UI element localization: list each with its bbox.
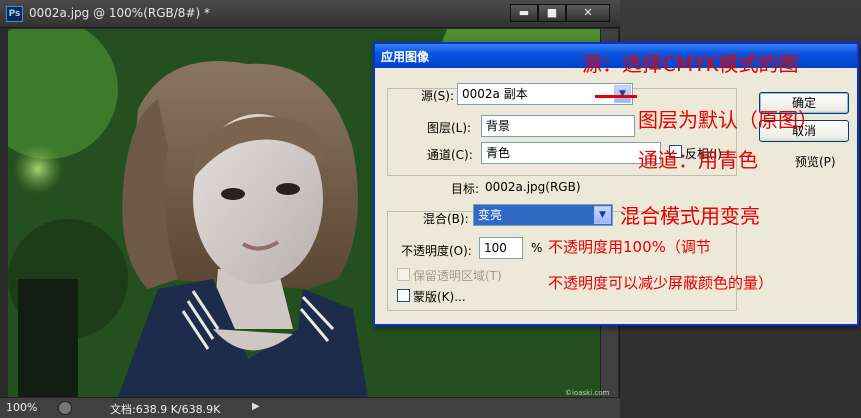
chevron-down-icon[interactable]: ▼ [594, 206, 611, 224]
mask-checkbox[interactable] [397, 289, 410, 302]
dialog-title: 应用图像 [381, 50, 430, 64]
zoom-level[interactable]: 100% [6, 401, 37, 414]
blending-select[interactable]: 变亮 ▼ [473, 204, 613, 226]
target-label: 目标: [451, 182, 480, 196]
source-value: 0002a 副本 [462, 87, 528, 101]
annotation-opacity-1: 不透明度用100%（调节 [548, 238, 711, 256]
document-size: 文档:638.9 K/638.9K [110, 403, 221, 416]
source-label: 源(S): [421, 89, 455, 103]
annotation-opacity-2: 不透明度可以减少屏蔽颜色的量） [548, 274, 774, 292]
watermark: ©ioaski.com [565, 389, 610, 397]
channel-select[interactable]: 青色 [481, 142, 661, 164]
channel-value: 青色 [486, 146, 511, 160]
maximize-button[interactable]: ■ [538, 4, 566, 22]
document-title: 0002a.jpg @ 100%(RGB/8#) * [29, 6, 210, 20]
status-menu-arrow-icon[interactable]: ▶ [252, 401, 260, 412]
minimize-button[interactable]: ▬ [510, 4, 538, 22]
chevron-down-icon[interactable]: ▼ [614, 85, 631, 103]
mask-label: 蒙版(K)... [413, 290, 466, 304]
preserve-transparency-label: 保留透明区域(T) [413, 269, 502, 283]
opacity-unit: % [531, 241, 543, 255]
layer-value: 背景 [486, 119, 511, 133]
source-select[interactable]: 0002a 副本 ▼ [457, 83, 633, 105]
channel-label: 通道(C): [427, 148, 473, 162]
annotation-blend: 混合模式用变亮 [620, 204, 760, 228]
layer-label: 图层(L): [427, 121, 472, 135]
zoom-icon[interactable] [58, 401, 72, 415]
blending-value: 变亮 [478, 208, 503, 222]
target-value: 0002a.jpg(RGB) [485, 180, 581, 194]
annotation-layer: 图层为默认（原图） [638, 108, 818, 132]
opacity-value: 100 [484, 241, 507, 255]
opacity-input[interactable]: 100 [479, 237, 523, 259]
photoshop-logo-icon: Ps [6, 6, 23, 22]
blending-label: 混合(B): [423, 212, 469, 226]
annotation-channel: 通道：用青色 [638, 148, 758, 172]
preview-label: 预览(P) [795, 155, 836, 169]
annotation-source: 源：选择CMYK模式的图 [582, 52, 799, 76]
layer-select[interactable]: 背景 [481, 115, 635, 137]
preserve-transparency-checkbox[interactable] [397, 268, 410, 281]
status-bar: 100% 文档:638.9 K/638.9K ▶ [0, 397, 620, 418]
opacity-label: 不透明度(O): [401, 244, 472, 258]
close-button[interactable]: ✕ [566, 4, 610, 22]
annotation-underline [595, 95, 637, 98]
document-titlebar[interactable]: Ps 0002a.jpg @ 100%(RGB/8#) * ▬ ■ ✕ [0, 0, 620, 28]
